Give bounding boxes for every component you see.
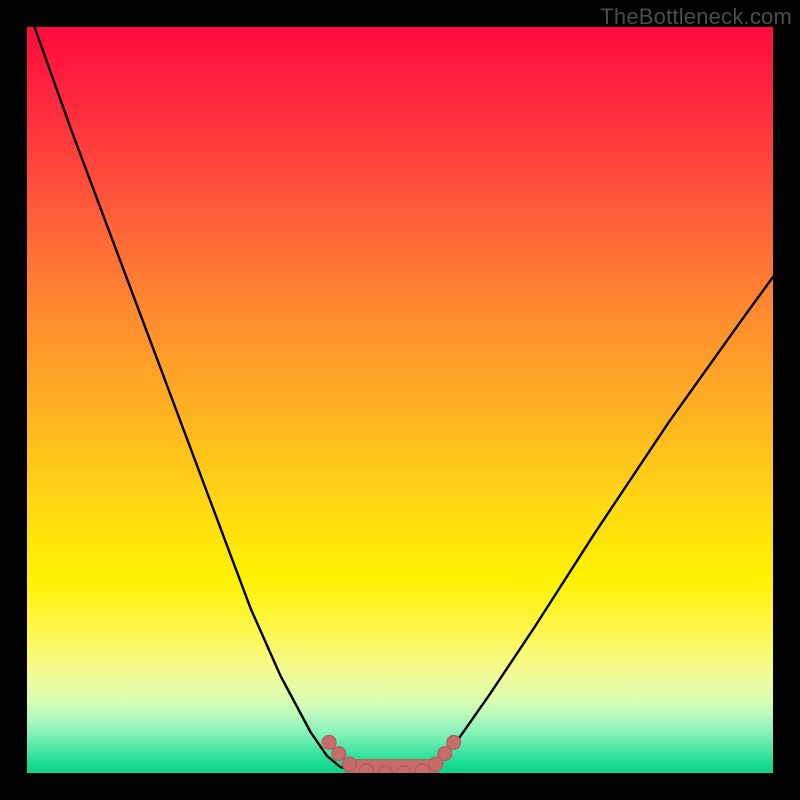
trough-marker	[429, 757, 443, 771]
trough-marker	[332, 747, 346, 761]
trough-marker	[438, 747, 452, 761]
trough-markers	[322, 735, 461, 773]
trough-marker	[378, 766, 392, 773]
chart-stage: TheBottleneck.com	[0, 0, 800, 800]
trough-marker	[322, 735, 336, 749]
trough-marker	[397, 766, 411, 773]
trough-marker	[359, 764, 373, 773]
watermark-text: TheBottleneck.com	[600, 4, 792, 30]
trough-marker	[447, 735, 461, 749]
trough-marker	[415, 764, 429, 773]
trough-marker	[342, 757, 356, 771]
plot-area	[27, 27, 773, 773]
curve-layer	[27, 27, 773, 773]
bottleneck-curve	[35, 27, 774, 773]
trough-floor-bar	[344, 760, 439, 773]
